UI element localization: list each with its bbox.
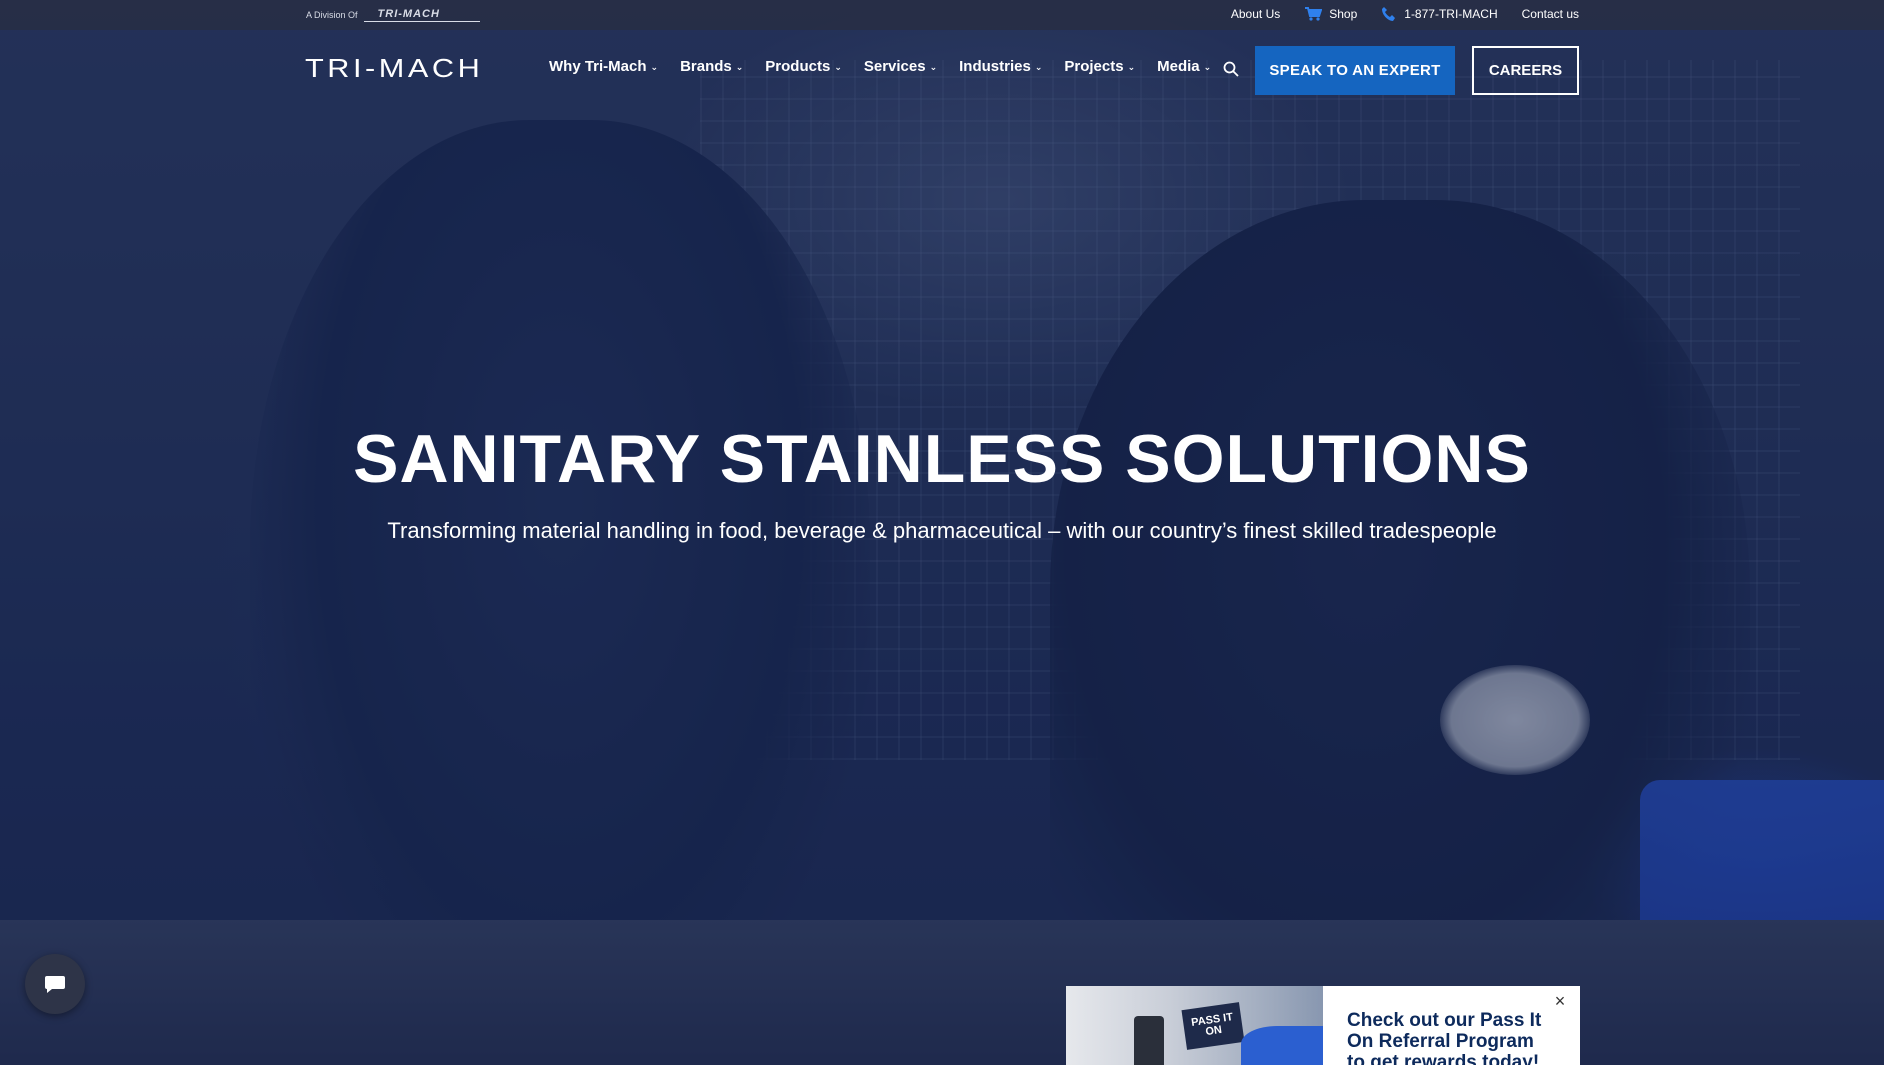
promo-image: PASS IT ON	[1066, 986, 1323, 1065]
nav-item-industries[interactable]: Industries ⌄	[959, 58, 1042, 75]
chat-button[interactable]	[25, 954, 85, 1014]
referral-promo-popup[interactable]: PASS IT ON Check out our Pass It On Refe…	[1066, 986, 1580, 1065]
shop-link[interactable]: Shop	[1304, 6, 1357, 22]
shop-link-label: Shop	[1329, 7, 1358, 21]
chevron-down-icon: ⌄	[929, 62, 938, 72]
division-logo: TRI-MACH	[363, 8, 480, 22]
speak-to-expert-button[interactable]: SPEAK TO AN EXPERT	[1255, 46, 1455, 95]
cart-icon	[1305, 7, 1323, 21]
nav-item-label: Services	[863, 58, 926, 75]
chevron-down-icon: ⌄	[1203, 62, 1212, 72]
nav-item-label: Industries	[959, 58, 1031, 75]
utility-links: About Us Shop 1-877-TRI-MACH Contact us	[1231, 6, 1579, 22]
phone-icon	[1382, 7, 1396, 21]
nav-item-brands[interactable]: Brands ⌄	[680, 58, 743, 75]
nav-item-products[interactable]: Products ⌄	[765, 58, 842, 75]
division-prefix: A Division Of	[306, 10, 358, 20]
nav-item-label: Projects	[1064, 58, 1124, 75]
chevron-down-icon: ⌄	[1127, 62, 1136, 72]
promo-text[interactable]: Check out our Pass It On Referral Progra…	[1347, 1010, 1557, 1065]
phone-link[interactable]: 1-877-TRI-MACH	[1381, 6, 1498, 22]
nav-item-media[interactable]: Media ⌄	[1157, 58, 1211, 75]
nav-item-label: Media	[1157, 58, 1200, 75]
promo-image-bin	[1241, 1026, 1323, 1065]
promo-image-cup	[1134, 1016, 1164, 1065]
utility-bar: A Division Of TRI-MACH About Us Shop 1-8…	[0, 0, 1884, 30]
chevron-down-icon: ⌄	[834, 62, 842, 72]
nav-item-projects[interactable]: Projects ⌄	[1064, 58, 1135, 75]
chat-icon	[45, 976, 65, 993]
close-icon[interactable]: ×	[1552, 992, 1568, 1010]
site-logo-text: TRI-MACH	[305, 53, 484, 83]
main-nav: Why Tri-Mach ⌄ Brands ⌄ Products ⌄ Servi…	[549, 58, 1233, 75]
chevron-down-icon: ⌄	[1034, 62, 1043, 72]
site-logo[interactable]: TRI-MACH	[305, 53, 505, 83]
nav-item-why-tri-mach[interactable]: Why Tri-Mach ⌄	[549, 58, 658, 75]
hero-subtitle: Transforming material handling in food, …	[387, 518, 1497, 543]
division-of[interactable]: A Division Of TRI-MACH	[306, 8, 480, 22]
nav-item-label: Why Tri-Mach	[549, 58, 647, 75]
careers-button[interactable]: CAREERS	[1472, 46, 1579, 95]
nav-item-label: Products	[765, 58, 831, 75]
hero-title: SANITARY STAINLESS SOLUTIONS	[353, 421, 1531, 497]
nav-item-services[interactable]: Services ⌄	[864, 58, 937, 75]
chevron-down-icon: ⌄	[650, 62, 659, 72]
nav-item-label: Brands	[680, 58, 732, 75]
about-link[interactable]: About Us	[1231, 7, 1280, 21]
contact-link[interactable]: Contact us	[1522, 7, 1579, 21]
chevron-down-icon: ⌄	[735, 62, 744, 72]
contact-link-label: Contact us	[1521, 7, 1579, 21]
promo-image-sign: PASS IT ON	[1181, 1002, 1245, 1050]
search-icon[interactable]	[1223, 61, 1239, 77]
about-link-label: About Us	[1230, 7, 1281, 21]
phone-link-label: 1-877-TRI-MACH	[1404, 7, 1498, 21]
